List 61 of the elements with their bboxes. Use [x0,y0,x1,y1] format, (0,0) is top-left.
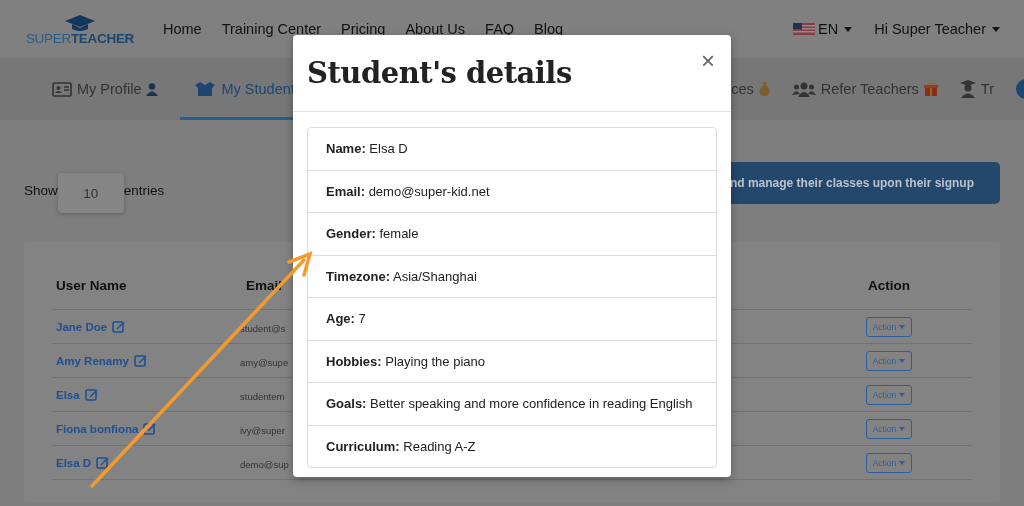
detail-text: Goals: Better speaking and more confidence in reading English [326,396,693,412]
action-dropdown[interactable]: Action [865,316,913,337]
column-header: Action [867,278,911,293]
tab[interactable]: Refer Teachers [791,58,938,120]
length-label: entries [123,182,165,198]
caret-icon [844,26,853,32]
edit-icon[interactable] [143,422,157,435]
id-card-icon [52,81,72,97]
student-name-link[interactable]: Elsa D [56,456,92,469]
detail-text: Email: demo@super-kid.net [326,183,490,199]
modal-title: Student's details [307,56,572,90]
table-cell: amy@supe [240,356,289,368]
detail-text: Timezone: Asia/Shanghai [326,268,477,284]
nav-link[interactable]: FAQ [485,21,515,37]
tab[interactable]: ces [731,58,770,120]
detail-text: Gender: female [326,226,419,242]
flag-icon [793,23,816,35]
action-dropdown[interactable]: Action [865,384,913,405]
edit-icon[interactable] [112,320,126,333]
nav-link[interactable]: Home [163,21,202,37]
detail-text: Age: 7 [326,311,366,327]
nav-link[interactable]: Training Center [221,21,322,37]
close-button[interactable]: × [697,47,719,75]
length-label: Show [24,182,58,198]
detail-text: Name: Elsa D [326,141,408,157]
caret-icon [899,358,906,363]
table-cell: studentem [240,390,285,402]
money-bag-icon [758,82,770,96]
action-dropdown[interactable]: Action [865,418,913,439]
student-name-link[interactable]: Fiona bonfiona [56,422,139,435]
user-menu[interactable]: Hi Super Teacher [874,21,1000,37]
edit-icon[interactable] [96,456,110,469]
column-header: User Name [55,278,128,293]
entries-select[interactable]: 10 [57,173,124,213]
caret-icon [899,460,906,465]
student-name-link[interactable]: Amy Renamy [56,354,129,367]
tab[interactable]: Tr [959,58,994,120]
person-icon [146,82,159,96]
language-dropdown[interactable]: EN [793,21,853,37]
teacher-icon [959,80,976,98]
table-cell: ivy@super [240,424,286,436]
logo[interactable]: SUPERTEACHER [25,30,135,46]
edit-icon[interactable] [84,388,98,401]
student-name-link[interactable]: Elsa [56,388,80,401]
users-icon [791,81,816,97]
student-name-link[interactable]: Jane Doe [56,320,108,333]
detail-text: Hobbies: Playing the piano [326,353,485,369]
tab[interactable]: My Profile [52,58,159,120]
table-cell: student@s [240,322,286,334]
table-cell: demo@sup [240,458,289,470]
gift-icon [923,82,938,96]
graduation-cap-icon [65,14,95,31]
caret-icon [899,392,906,397]
action-dropdown[interactable]: Action [865,350,913,371]
nav-link[interactable]: About Us [405,21,466,37]
caret-icon [899,324,906,329]
caret-icon [992,26,1000,32]
action-dropdown[interactable]: Action [865,452,913,473]
caret-icon [899,426,906,431]
edit-icon[interactable] [133,354,147,367]
detail-text: Curriculum: Reading A-Z [326,438,476,454]
